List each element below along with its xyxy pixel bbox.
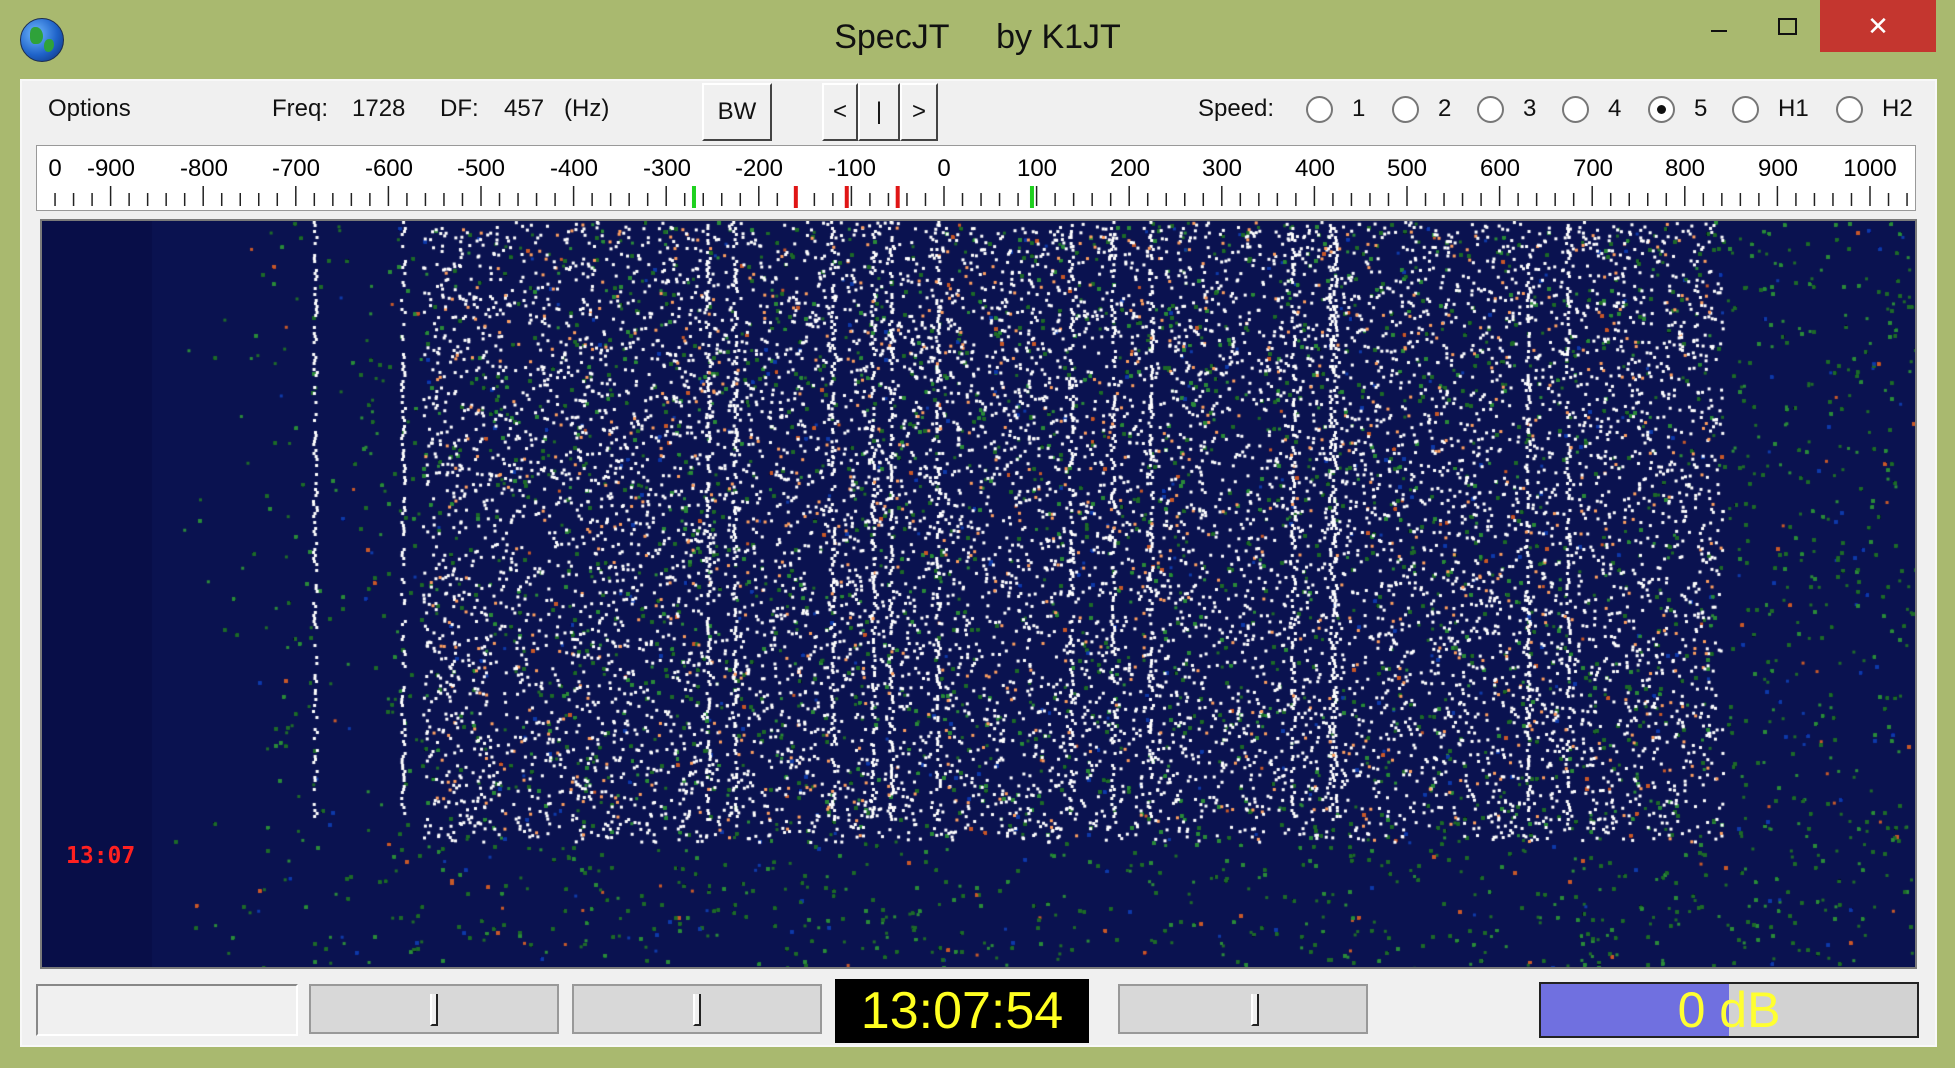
scale-tick-label: 500 bbox=[1387, 155, 1427, 182]
scale-tick-label: -900 bbox=[87, 155, 135, 182]
bottom-bar: 13:07:54 0 dB bbox=[22, 976, 1935, 1046]
maximize-button[interactable] bbox=[1744, 0, 1830, 52]
shift-left-button[interactable]: < bbox=[822, 83, 858, 141]
signal-level-meter: 0 dB bbox=[1539, 982, 1919, 1038]
df-value: 457 bbox=[504, 95, 545, 122]
slider-thumb[interactable] bbox=[430, 994, 438, 1026]
freq-value: 1728 bbox=[352, 95, 406, 122]
speed-label: Speed: bbox=[1198, 95, 1275, 122]
speed-radio-label: H1 bbox=[1778, 95, 1809, 122]
scale-tick-label: 600 bbox=[1480, 155, 1520, 182]
window-title: SpecJT by K1JT bbox=[834, 18, 1121, 56]
scale-ticks bbox=[54, 186, 1908, 206]
title-bar: SpecJT by K1JT ✕ bbox=[0, 0, 1955, 79]
scale-tick-label: 900 bbox=[1758, 155, 1798, 182]
scale-tick-label: -100 bbox=[828, 155, 876, 182]
scale-tick-label: 400 bbox=[1295, 155, 1335, 182]
frequency-scale-svg: 0 -900 -800 -700 -600 -500 -400 -300 -20… bbox=[48, 155, 1908, 208]
scale-tick-label: 1000 bbox=[1843, 155, 1896, 182]
speed-radio-h1[interactable] bbox=[1732, 96, 1759, 123]
bw-button[interactable]: BW bbox=[702, 83, 772, 141]
shift-right-button[interactable]: > bbox=[900, 83, 938, 141]
toolbar: Options Freq: 1728 DF: 457 (Hz) BW < | >… bbox=[22, 81, 1935, 143]
speed-radio-2[interactable] bbox=[1392, 96, 1419, 123]
speed-radio-5[interactable] bbox=[1648, 96, 1675, 123]
df-unit: (Hz) bbox=[564, 95, 610, 122]
speed-radio-4[interactable] bbox=[1562, 96, 1589, 123]
brightness-slider[interactable] bbox=[309, 984, 559, 1034]
waterfall-canvas bbox=[42, 221, 1915, 967]
utc-clock: 13:07:54 bbox=[835, 979, 1089, 1043]
green-marker bbox=[1029, 186, 1034, 208]
level-text: 0 dB bbox=[1677, 982, 1781, 1038]
speed-radio-h2[interactable] bbox=[1836, 96, 1863, 123]
speed-radio-label: 5 bbox=[1694, 95, 1708, 122]
scale-tick-label: 0 bbox=[937, 155, 950, 182]
waterfall-timestamp: 13:07 bbox=[66, 843, 136, 869]
red-marker bbox=[844, 186, 849, 208]
scale-tick-label: -800 bbox=[180, 155, 228, 182]
close-button[interactable]: ✕ bbox=[1820, 0, 1936, 52]
scale-tick-label: 200 bbox=[1110, 155, 1150, 182]
minimize-icon bbox=[1711, 30, 1727, 32]
contrast-slider[interactable] bbox=[572, 984, 822, 1034]
speed-radio-label: 1 bbox=[1352, 95, 1366, 122]
scale-tick-label: -700 bbox=[272, 155, 320, 182]
scale-tick-label: -600 bbox=[365, 155, 413, 182]
gain-slider[interactable] bbox=[1118, 984, 1368, 1034]
red-marker bbox=[895, 186, 900, 208]
scale-tick-label: -500 bbox=[457, 155, 505, 182]
speed-radio-1[interactable] bbox=[1306, 96, 1333, 123]
center-button[interactable]: | bbox=[858, 83, 900, 141]
scale-tick-label: 800 bbox=[1665, 155, 1705, 182]
freq-label: Freq: bbox=[272, 95, 329, 122]
slider-thumb[interactable] bbox=[1251, 994, 1260, 1026]
main-panel: Options Freq: 1728 DF: 457 (Hz) BW < | >… bbox=[20, 79, 1937, 1047]
scale-tick-label: 100 bbox=[1017, 155, 1057, 182]
speed-radio-label: 3 bbox=[1523, 95, 1537, 122]
options-menu[interactable]: Options bbox=[48, 95, 131, 123]
scale-tick-label: -400 bbox=[550, 155, 598, 182]
red-marker bbox=[793, 186, 798, 208]
frequency-scale[interactable]: 0 -900 -800 -700 -600 -500 -400 -300 -20… bbox=[36, 145, 1916, 211]
scale-markers bbox=[691, 186, 1034, 208]
slider-thumb[interactable] bbox=[693, 994, 701, 1026]
scale-tick-label: -200 bbox=[735, 155, 783, 182]
speed-radio-label: H2 bbox=[1882, 95, 1913, 122]
maximize-icon bbox=[1777, 17, 1797, 35]
status-field bbox=[36, 984, 298, 1036]
df-label: DF: bbox=[440, 95, 479, 122]
speed-radio-3[interactable] bbox=[1477, 96, 1504, 123]
green-marker bbox=[691, 186, 696, 208]
speed-radio-label: 2 bbox=[1438, 95, 1452, 122]
close-icon: ✕ bbox=[1867, 10, 1889, 41]
scale-tick-label: 700 bbox=[1573, 155, 1613, 182]
speed-radio-label: 4 bbox=[1608, 95, 1622, 122]
scale-tick-label: 0 bbox=[48, 155, 61, 182]
waterfall-display[interactable]: 13:07 bbox=[40, 219, 1917, 969]
scale-tick-label: -300 bbox=[643, 155, 691, 182]
scale-tick-label: 300 bbox=[1202, 155, 1242, 182]
